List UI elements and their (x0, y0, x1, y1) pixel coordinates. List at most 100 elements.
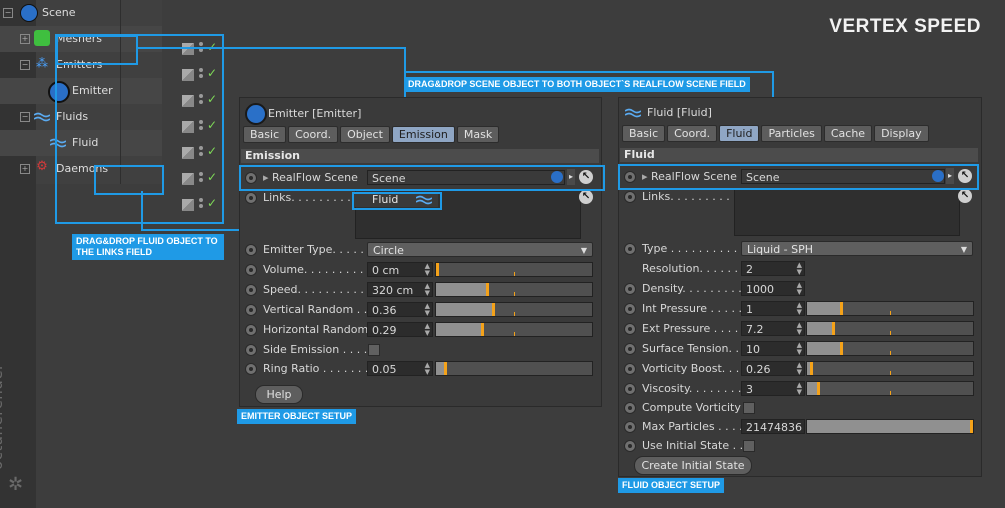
animate-radio[interactable] (624, 303, 636, 315)
animate-radio[interactable] (245, 264, 257, 276)
field-label: Vertical Random . . (263, 303, 368, 316)
pick-cursor-icon[interactable]: ↖ (958, 189, 972, 203)
value-slider[interactable] (435, 282, 593, 297)
resolution-field[interactable]: 2 ▲ ▼ (741, 261, 805, 276)
value-field[interactable]: 0.26 ▲ ▼ (741, 361, 805, 376)
tab-basic[interactable]: Basic (622, 125, 666, 142)
tab-cache[interactable]: Cache (823, 125, 873, 142)
fluid-realflow-highlight (618, 164, 979, 190)
value-field[interactable]: 0.36 ▲ ▼ (367, 302, 433, 317)
tab-mask[interactable]: Mask (456, 126, 500, 143)
create-initial-state-button[interactable]: Create Initial State (634, 456, 752, 475)
value-field[interactable]: 0 cm ▲ ▼ (367, 262, 433, 277)
help-button[interactable]: Help (255, 385, 303, 404)
value-field[interactable]: 3 ▲ ▼ (741, 381, 805, 396)
animate-radio[interactable] (624, 283, 636, 295)
emitter-param-row: Vertical Random . . 0.36 ▲ ▼ (245, 301, 597, 319)
tab-emission[interactable]: Emission (391, 126, 455, 143)
animate-radio[interactable] (624, 402, 636, 414)
animate-radio[interactable] (624, 343, 636, 355)
tab-coord[interactable]: Coord. (667, 125, 718, 142)
field-label: Type . . . . . . . . . . . (642, 242, 745, 255)
tab-object[interactable]: Object (340, 126, 390, 143)
animate-radio[interactable] (245, 324, 257, 336)
field-label: Resolution. . . . . . (642, 262, 738, 275)
meshers-icon (34, 30, 50, 46)
max-particles-slider[interactable] (806, 419, 974, 434)
value-slider[interactable] (435, 262, 593, 277)
tree-item-scene[interactable]: − Scene (0, 0, 162, 26)
field-label: Side Emission . . . . (263, 343, 368, 356)
field-label: Ring Ratio . . . . . . . (263, 362, 369, 375)
collapse-icon[interactable]: − (3, 8, 13, 18)
value-slider[interactable] (806, 321, 974, 336)
tab-display[interactable]: Display (874, 125, 929, 142)
compute-vorticity-checkbox[interactable] (743, 402, 755, 414)
expand-icon[interactable]: + (20, 164, 30, 174)
value-slider[interactable] (806, 301, 974, 316)
octane-logo-icon: ✲ (8, 474, 24, 495)
value-slider[interactable] (806, 341, 974, 356)
animate-radio[interactable] (245, 363, 257, 375)
emitter-type-dropdown[interactable]: Circle ▼ (367, 242, 593, 257)
density-field[interactable]: 1000 ▲ ▼ (741, 281, 805, 296)
value-slider[interactable] (435, 302, 593, 317)
field-label: Volume. . . . . . . . . . (263, 263, 371, 276)
animate-radio[interactable] (624, 323, 636, 335)
value-slider[interactable] (806, 361, 974, 376)
callout-line: DRAG&DROP FLUID OBJECT TO (76, 236, 218, 246)
field-label: Vorticity Boost. . . . (642, 362, 747, 375)
collapse-icon[interactable]: − (20, 60, 30, 70)
fluid-param-row: Viscosity. . . . . . . . 3 ▲ ▼ (624, 380, 976, 398)
tab-coord[interactable]: Coord. (288, 126, 339, 143)
animate-radio[interactable] (624, 243, 636, 255)
animate-radio[interactable] (245, 304, 257, 316)
animate-radio[interactable] (624, 191, 636, 203)
animate-radio[interactable] (624, 440, 636, 452)
fluid-param-row: Surface Tension. . . 10 ▲ ▼ (624, 340, 976, 358)
field-label: Ext Pressure . . . . . (642, 322, 746, 335)
links-list[interactable] (734, 188, 960, 236)
field-label: Surface Tension. . . (642, 342, 746, 355)
value-field[interactable]: 10 ▲ ▼ (741, 341, 805, 356)
ring-ratio-slider[interactable] (435, 361, 593, 376)
fluid-type-dropdown[interactable]: Liquid - SPH ▼ (741, 241, 973, 256)
side-emission-checkbox[interactable] (368, 344, 380, 356)
fluid-param-row: Ext Pressure . . . . . 7.2 ▲ ▼ (624, 320, 976, 338)
emitter-realflow-highlight (239, 165, 605, 191)
max-particles-field[interactable]: 21474836 (741, 419, 805, 434)
field-label: Max Particles . . . . (642, 420, 743, 433)
use-initial-state-checkbox[interactable] (743, 440, 755, 452)
tab-particles[interactable]: Particles (761, 125, 822, 142)
scene-highlight (56, 35, 138, 65)
scene-icon (20, 4, 38, 22)
animate-radio[interactable] (245, 344, 257, 356)
value-field[interactable]: 0.29 ▲ ▼ (367, 322, 433, 337)
value-slider[interactable] (435, 322, 593, 337)
animate-radio[interactable] (624, 421, 636, 433)
daemons-icon: ⚙ (36, 159, 48, 174)
animate-radio[interactable] (624, 383, 636, 395)
connector-line (404, 71, 774, 73)
expand-icon[interactable]: + (20, 34, 30, 44)
field-label: Links. . . . . . . . . . (263, 191, 358, 204)
links-highlight (352, 192, 442, 210)
emitter-icon (245, 103, 267, 125)
animate-radio[interactable] (245, 284, 257, 296)
type-row: Type . . . . . . . . . . . Liquid - SPH ▼ (624, 240, 976, 258)
value-field[interactable]: 1 ▲ ▼ (741, 301, 805, 316)
pick-cursor-icon[interactable]: ↖ (579, 190, 593, 204)
callout-emitter-setup: EMITTER OBJECT SETUP (237, 409, 357, 424)
value-slider[interactable] (806, 381, 974, 396)
value-field[interactable]: 7.2 ▲ ▼ (741, 321, 805, 336)
animate-radio[interactable] (245, 244, 257, 256)
tab-fluid[interactable]: Fluid (719, 125, 760, 142)
tab-basic[interactable]: Basic (243, 126, 287, 143)
ring-ratio-field[interactable]: 0.05 ▲ ▼ (367, 361, 433, 376)
animate-radio[interactable] (624, 363, 636, 375)
field-label: Links. . . . . . . . . . (642, 190, 737, 203)
animate-radio[interactable] (245, 192, 257, 204)
collapse-icon[interactable]: − (20, 112, 30, 122)
emitter-param-row: Speed. . . . . . . . . . . 320 cm ▲ ▼ (245, 281, 597, 299)
value-field[interactable]: 320 cm ▲ ▼ (367, 282, 433, 297)
